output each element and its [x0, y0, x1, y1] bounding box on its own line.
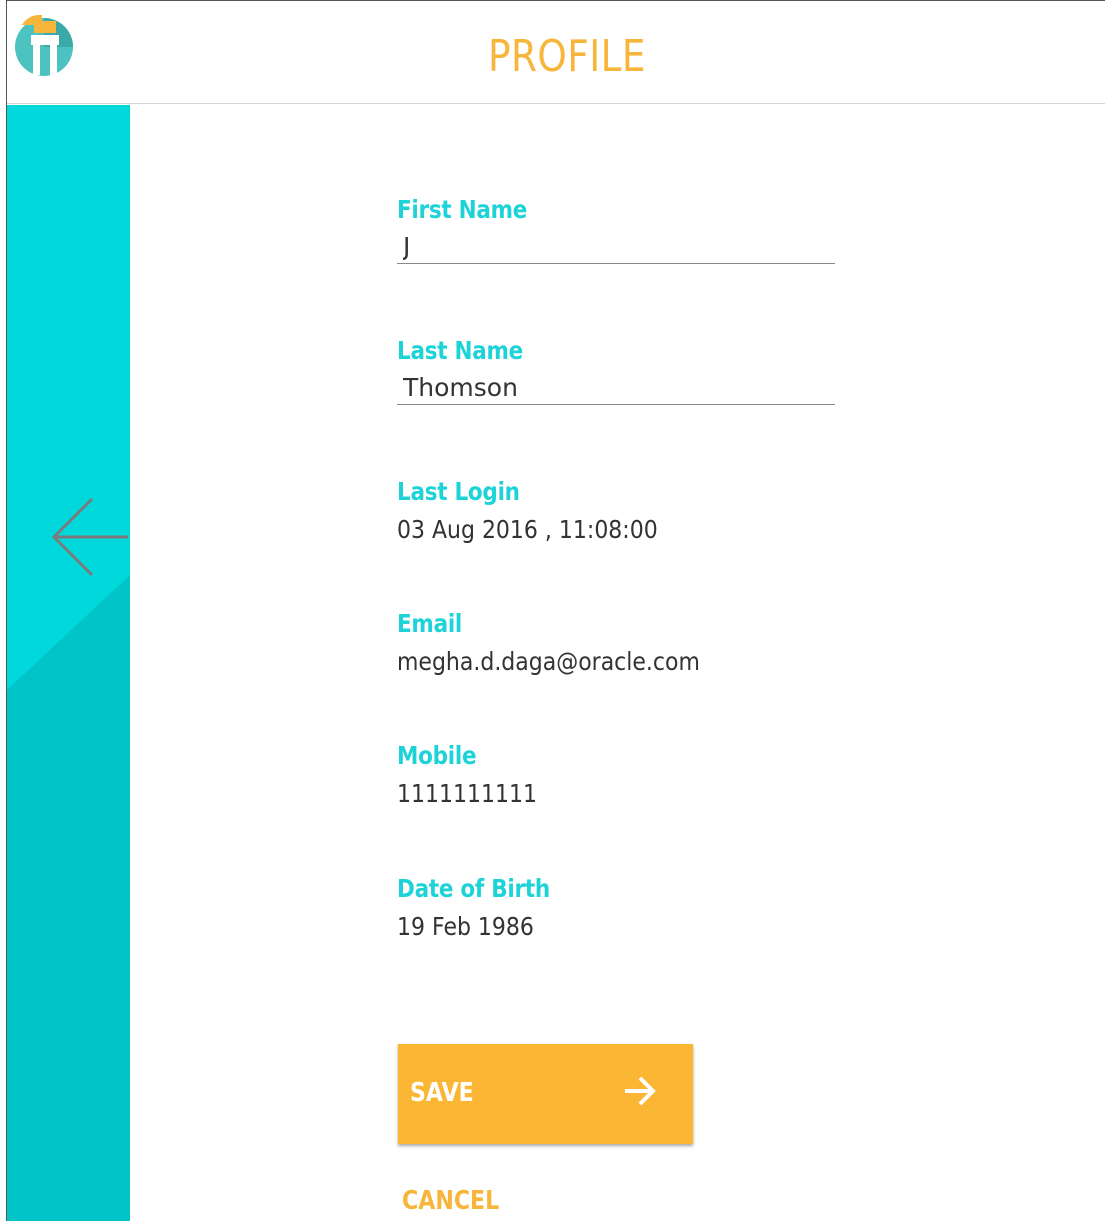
page-title: PROFILE	[488, 31, 646, 82]
arrow-right-icon	[625, 1076, 656, 1106]
app-header: PROFILE	[7, 7, 1105, 104]
date-of-birth-field: Date of Birth 19 Feb 1986	[397, 874, 837, 941]
window-frame-top	[0, 0, 1105, 7]
last-name-input[interactable]	[397, 371, 835, 405]
sidebar	[7, 105, 130, 1221]
first-name-label: First Name	[397, 195, 528, 224]
last-login-value: 03 Aug 2016 , 11:08:00	[397, 515, 658, 544]
save-button-label: SAVE	[410, 1078, 474, 1108]
save-button[interactable]: SAVE	[398, 1044, 693, 1144]
last-name-label: Last Name	[397, 336, 523, 365]
date-of-birth-value: 19 Feb 1986	[397, 912, 534, 941]
arrow-left-icon[interactable]	[50, 495, 130, 579]
date-of-birth-label: Date of Birth	[397, 874, 550, 903]
first-name-field: First Name	[397, 195, 837, 264]
sidebar-highlight	[7, 105, 130, 690]
last-login-field: Last Login 03 Aug 2016 , 11:08:00	[397, 477, 837, 544]
mobile-label: Mobile	[397, 741, 477, 770]
first-name-input[interactable]	[397, 230, 835, 264]
window-frame-left	[0, 0, 7, 1221]
mobile-field: Mobile 1111111111	[397, 741, 837, 808]
mobile-value: 1111111111	[397, 779, 537, 808]
cancel-button[interactable]: CANCEL	[402, 1186, 499, 1216]
email-value: megha.d.daga@oracle.com	[397, 647, 700, 676]
email-label: Email	[397, 609, 463, 638]
last-login-label: Last Login	[397, 477, 520, 506]
last-name-field: Last Name	[397, 336, 837, 405]
app-logo-icon	[15, 15, 73, 76]
email-field: Email megha.d.daga@oracle.com	[397, 609, 837, 676]
